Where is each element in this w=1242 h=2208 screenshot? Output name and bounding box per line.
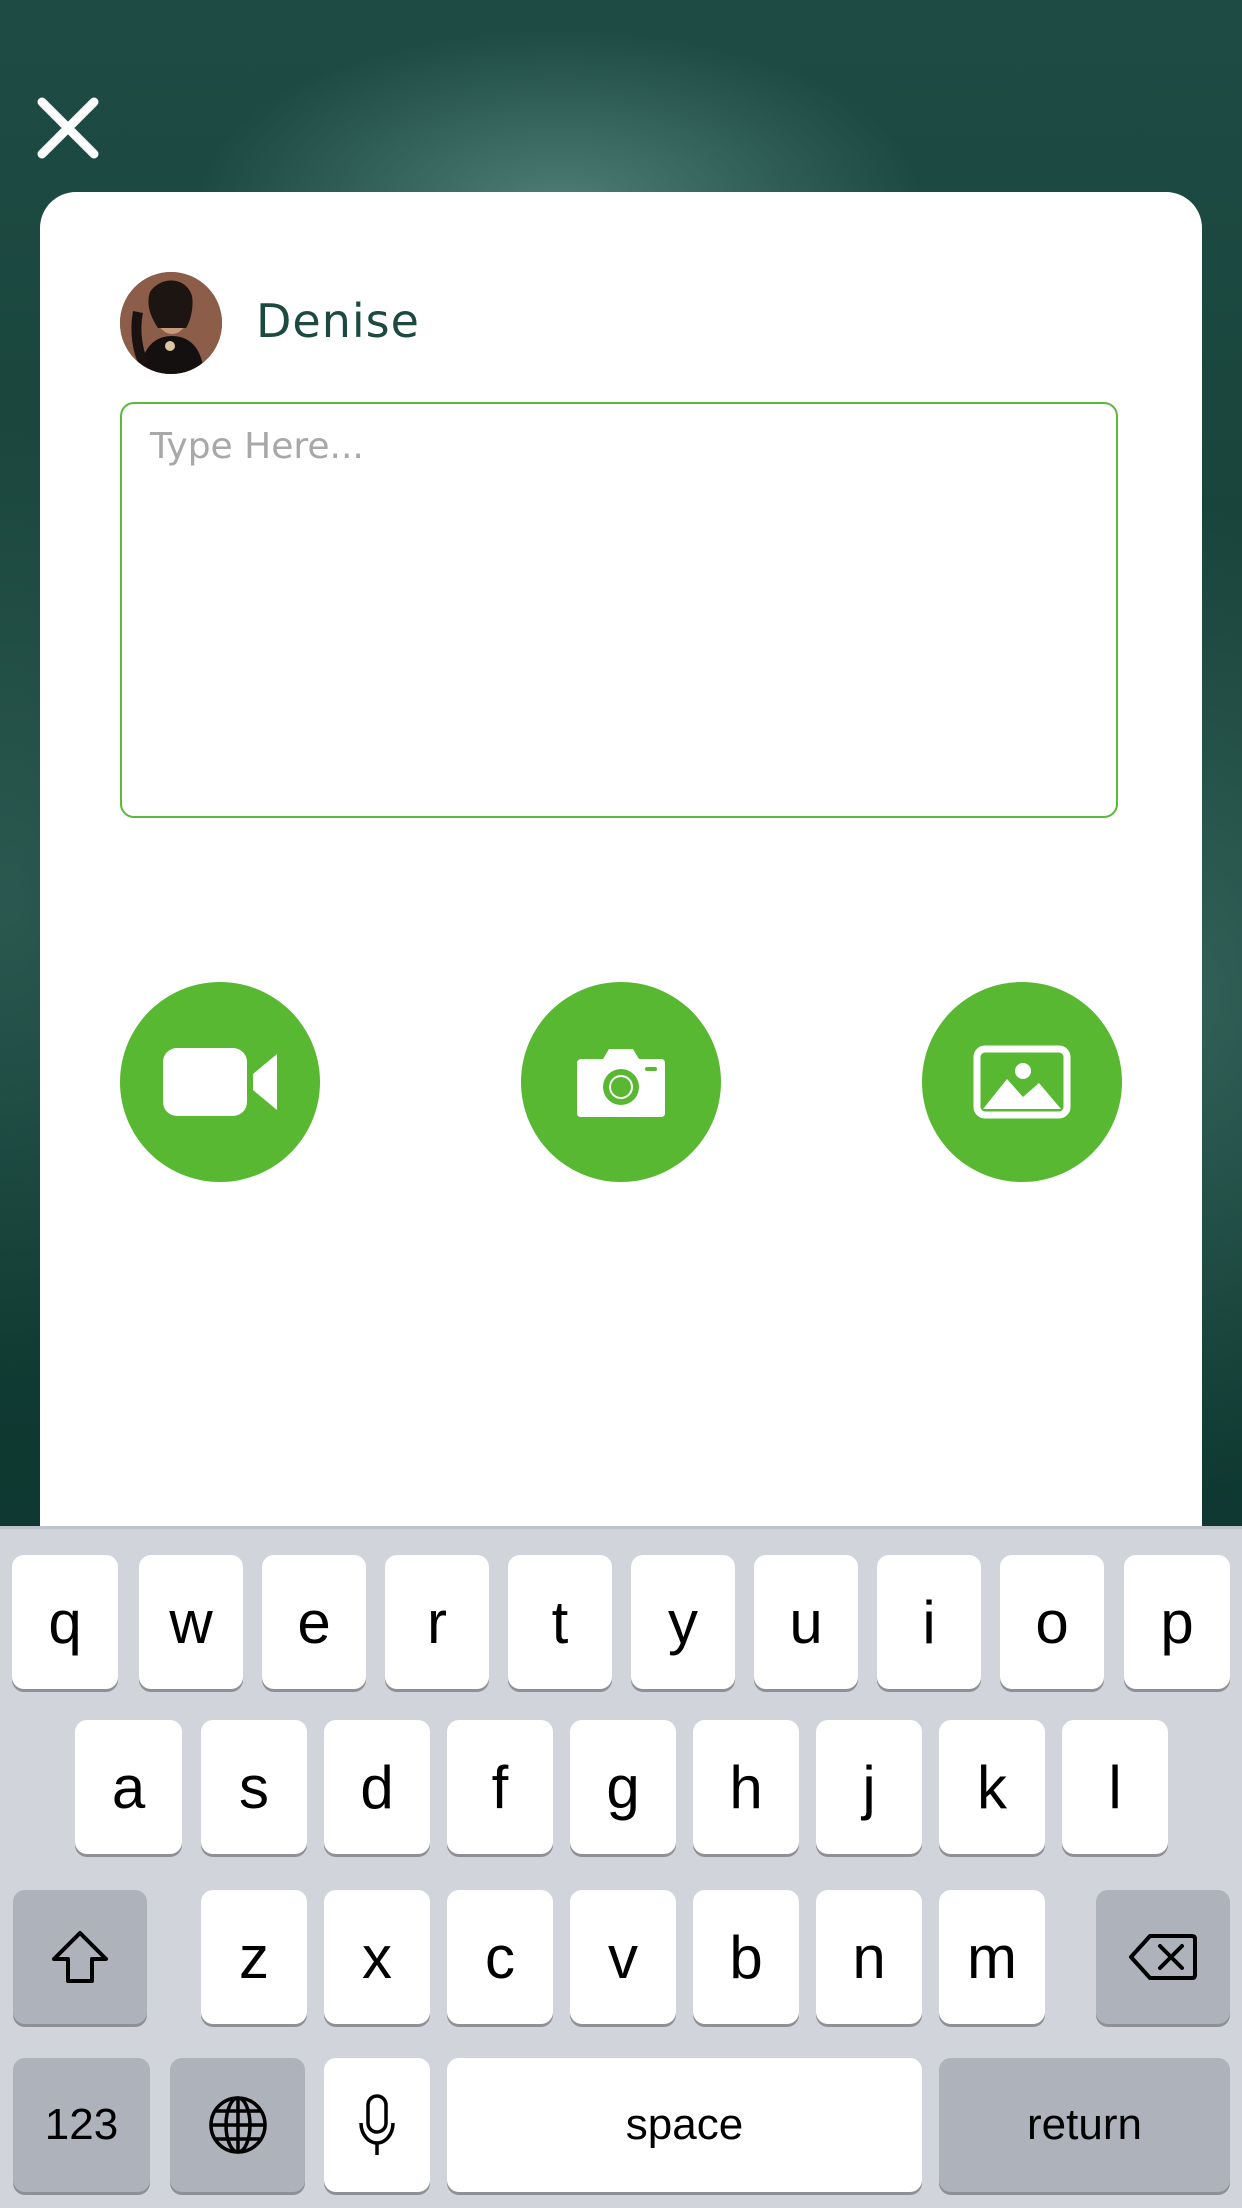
key-x[interactable]: x <box>324 1890 430 2024</box>
key-w[interactable]: w <box>139 1555 243 1689</box>
key-l[interactable]: l <box>1062 1720 1168 1854</box>
key-v[interactable]: v <box>570 1890 676 2024</box>
close-button[interactable] <box>36 96 100 160</box>
key-e[interactable]: e <box>262 1555 366 1689</box>
avatar <box>120 272 222 374</box>
key-f[interactable]: f <box>447 1720 553 1854</box>
key-r[interactable]: r <box>385 1555 489 1689</box>
key-c[interactable]: c <box>447 1890 553 2024</box>
shift-icon <box>52 1931 108 1983</box>
numbers-key[interactable]: 123 <box>13 2058 150 2192</box>
key-d[interactable]: d <box>324 1720 430 1854</box>
space-key[interactable]: space <box>447 2058 922 2192</box>
globe-icon <box>208 2096 267 2154</box>
key-j[interactable]: j <box>816 1720 922 1854</box>
gallery-button[interactable] <box>922 982 1122 1182</box>
key-n[interactable]: n <box>816 1890 922 2024</box>
key-b[interactable]: b <box>693 1890 799 2024</box>
video-button[interactable] <box>120 982 320 1182</box>
microphone-icon <box>359 2094 395 2155</box>
shift-key[interactable] <box>13 1890 147 2024</box>
key-y[interactable]: y <box>631 1555 735 1689</box>
key-z[interactable]: z <box>201 1890 307 2024</box>
key-p[interactable]: p <box>1124 1555 1230 1689</box>
key-m[interactable]: m <box>939 1890 1045 2024</box>
key-h[interactable]: h <box>693 1720 799 1854</box>
keyboard-divider <box>0 1526 1242 1529</box>
post-text-input[interactable] <box>120 402 1118 818</box>
key-i[interactable]: i <box>877 1555 981 1689</box>
key-q[interactable]: q <box>12 1555 118 1689</box>
video-camera-icon <box>163 1048 277 1116</box>
key-u[interactable]: u <box>754 1555 858 1689</box>
camera-icon <box>577 1049 665 1117</box>
key-g[interactable]: g <box>570 1720 676 1854</box>
return-key[interactable]: return <box>939 2058 1230 2192</box>
key-k[interactable]: k <box>939 1720 1045 1854</box>
key-a[interactable]: a <box>75 1720 182 1854</box>
key-o[interactable]: o <box>1000 1555 1104 1689</box>
camera-button[interactable] <box>521 982 721 1182</box>
delete-key[interactable] <box>1096 1890 1230 2024</box>
username: Denise <box>256 294 420 348</box>
key-s[interactable]: s <box>201 1720 307 1854</box>
microphone-key[interactable] <box>324 2058 430 2192</box>
keyboard: q w e r t y u i o p a s d f g h j k l z … <box>0 1526 1242 2208</box>
backspace-icon <box>1129 1934 1197 1980</box>
key-t[interactable]: t <box>508 1555 612 1689</box>
close-icon <box>37 97 99 159</box>
post-composer-card: Denise <box>40 192 1202 1552</box>
globe-key[interactable] <box>170 2058 305 2192</box>
image-icon <box>973 1045 1071 1119</box>
